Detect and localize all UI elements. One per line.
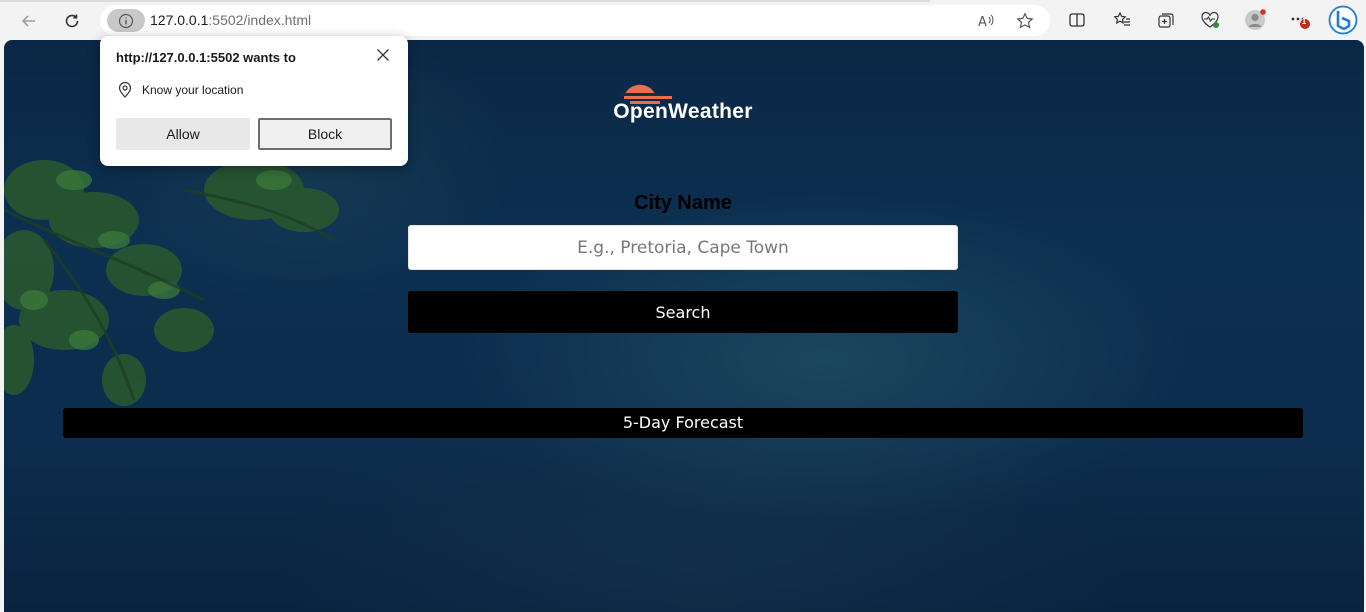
split-screen-icon[interactable] bbox=[1064, 7, 1090, 33]
logo-text: OpenWeather bbox=[613, 100, 753, 123]
city-name-label: City Name bbox=[634, 192, 732, 214]
allow-button[interactable]: Allow bbox=[116, 118, 250, 150]
profile-icon[interactable] bbox=[1242, 7, 1268, 33]
svg-text:A: A bbox=[978, 15, 987, 30]
collections-icon[interactable] bbox=[1153, 7, 1179, 33]
browser-essentials-icon[interactable] bbox=[1197, 7, 1223, 33]
search-button[interactable]: Search bbox=[408, 291, 958, 333]
copilot-icon[interactable] bbox=[1328, 5, 1358, 35]
notification-badge: 1 bbox=[1301, 17, 1307, 26]
refresh-icon[interactable] bbox=[57, 6, 87, 36]
back-icon[interactable] bbox=[14, 6, 44, 36]
favorites-icon[interactable] bbox=[1109, 7, 1135, 33]
site-info-icon[interactable] bbox=[107, 9, 145, 32]
browser-toolbar: 127.0.0.1:5502/index.html A 1 bbox=[0, 0, 1366, 40]
location-pin-icon bbox=[118, 82, 132, 98]
openweather-logo: OpenWeather bbox=[608, 72, 758, 128]
close-icon[interactable] bbox=[372, 44, 394, 66]
location-permission-popup: http://127.0.0.1:5502 wants to Know your… bbox=[100, 36, 408, 166]
url-text: 127.0.0.1:5502/index.html bbox=[150, 12, 312, 28]
city-search-input[interactable] bbox=[408, 225, 958, 270]
tab-strip-edge bbox=[0, 0, 930, 2]
favorite-star-icon[interactable] bbox=[1013, 9, 1037, 33]
permission-text: Know your location bbox=[142, 83, 244, 97]
read-aloud-icon[interactable]: A bbox=[974, 9, 998, 33]
address-bar[interactable]: 127.0.0.1:5502/index.html A bbox=[100, 5, 1050, 36]
more-icon[interactable]: 1 bbox=[1287, 7, 1313, 33]
popup-title: http://127.0.0.1:5502 wants to bbox=[116, 50, 296, 65]
block-button[interactable]: Block bbox=[258, 118, 392, 150]
forecast-heading: 5-Day Forecast bbox=[63, 408, 1303, 438]
